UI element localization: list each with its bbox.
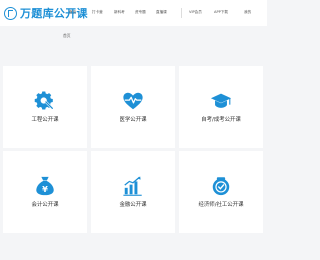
gear-tools-icon <box>34 91 54 110</box>
course-card-label: 工程公开课 <box>31 117 59 123</box>
main-nav: 首页 打卡营 新科考 资专题 直播课 VIP会员 APP下载 我的 <box>0 10 267 18</box>
nav-item-vip[interactable]: VIP会员 <box>189 10 202 15</box>
course-card-label: 会计公开课 <box>31 202 59 208</box>
svg-text:¥: ¥ <box>42 184 48 194</box>
bar-chart-icon <box>123 176 142 196</box>
nav-item-my[interactable]: 我的 <box>244 10 251 15</box>
nav-divider <box>181 8 182 18</box>
nav-item-home[interactable]: 首页 <box>69 10 76 15</box>
course-card-medicine[interactable]: 医学公开课 <box>91 66 175 148</box>
nav-item-new-exam[interactable]: 新科考 <box>114 10 125 15</box>
heartbeat-icon <box>123 92 143 110</box>
course-card-engineering[interactable]: 工程公开课 <box>3 66 87 148</box>
nav-item-checkin-camp[interactable]: 打卡营 <box>92 10 103 15</box>
money-bag-icon: ¥ <box>36 176 54 196</box>
breadcrumb[interactable]: 首页 <box>63 33 71 39</box>
course-card-label: 经济师/社工公开课 <box>198 202 244 208</box>
course-card-label: 金融公开课 <box>119 202 147 208</box>
nav-item-live[interactable]: 直播课 <box>156 10 167 15</box>
course-card-self-study-exam[interactable]: 自考/成考公开课 <box>179 66 263 148</box>
nav-item-app-download[interactable]: APP下载 <box>214 10 228 15</box>
course-card-label: 医学公开课 <box>119 117 147 123</box>
course-card-accounting[interactable]: ¥ 会计公开课 <box>3 151 87 233</box>
course-card-finance[interactable]: 金融公开课 <box>91 151 175 233</box>
nav-item-special-topic[interactable]: 资专题 <box>135 10 146 15</box>
graduation-cap-icon <box>210 93 232 108</box>
course-card-label: 自考/成考公开课 <box>201 117 241 123</box>
economist-icon <box>212 177 230 196</box>
course-card-economist-social-work[interactable]: 经济师/社工公开课 <box>179 151 263 233</box>
top-navigation-bar: 万题库公开课 首页 打卡营 新科考 资专题 直播课 VIP会员 APP下载 我的 <box>0 0 267 26</box>
page-bottom <box>0 252 267 260</box>
